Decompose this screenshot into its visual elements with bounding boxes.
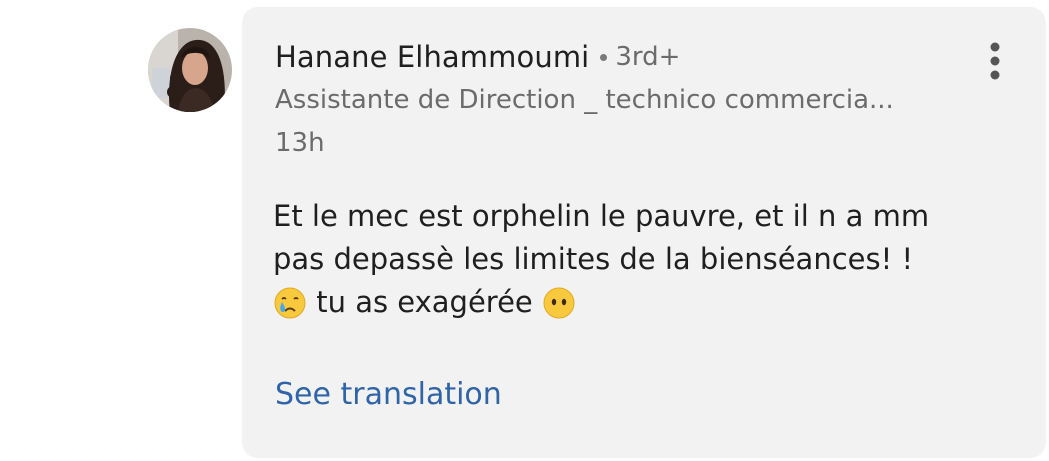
author-name[interactable]: Hanane Elhammoumi xyxy=(275,40,589,74)
crying-face-icon xyxy=(273,286,307,320)
separator-dot xyxy=(600,53,608,61)
author-row: Hanane Elhammoumi 3rd+ xyxy=(275,39,680,75)
comment-bubble: Hanane Elhammoumi 3rd+ Assistante de Dir… xyxy=(242,7,1046,458)
connection-degree: 3rd+ xyxy=(615,42,681,72)
face-without-mouth-icon xyxy=(542,286,576,320)
comment-options-button[interactable] xyxy=(980,38,1010,84)
more-vertical-icon xyxy=(990,42,1000,80)
comment-item: Hanane Elhammoumi 3rd+ Assistante de Dir… xyxy=(0,0,1049,461)
comment-line-3-text: tu as exagérée xyxy=(316,285,533,319)
avatar[interactable] xyxy=(148,28,232,112)
see-translation-link[interactable]: See translation xyxy=(275,377,502,412)
comment-line-1: Et le mec est orphelin le pauvre, et il … xyxy=(273,199,930,233)
author-headline: Assistante de Direction _ technico comme… xyxy=(275,85,894,115)
comment-text: Et le mec est orphelin le pauvre, et il … xyxy=(273,195,1013,324)
comment-line-3: tu as exagérée xyxy=(273,281,1013,324)
comment-line-2: pas depassè les limites de la bienséance… xyxy=(273,242,914,276)
comment-timestamp: 13h xyxy=(275,128,325,158)
profile-photo-icon xyxy=(148,28,232,112)
